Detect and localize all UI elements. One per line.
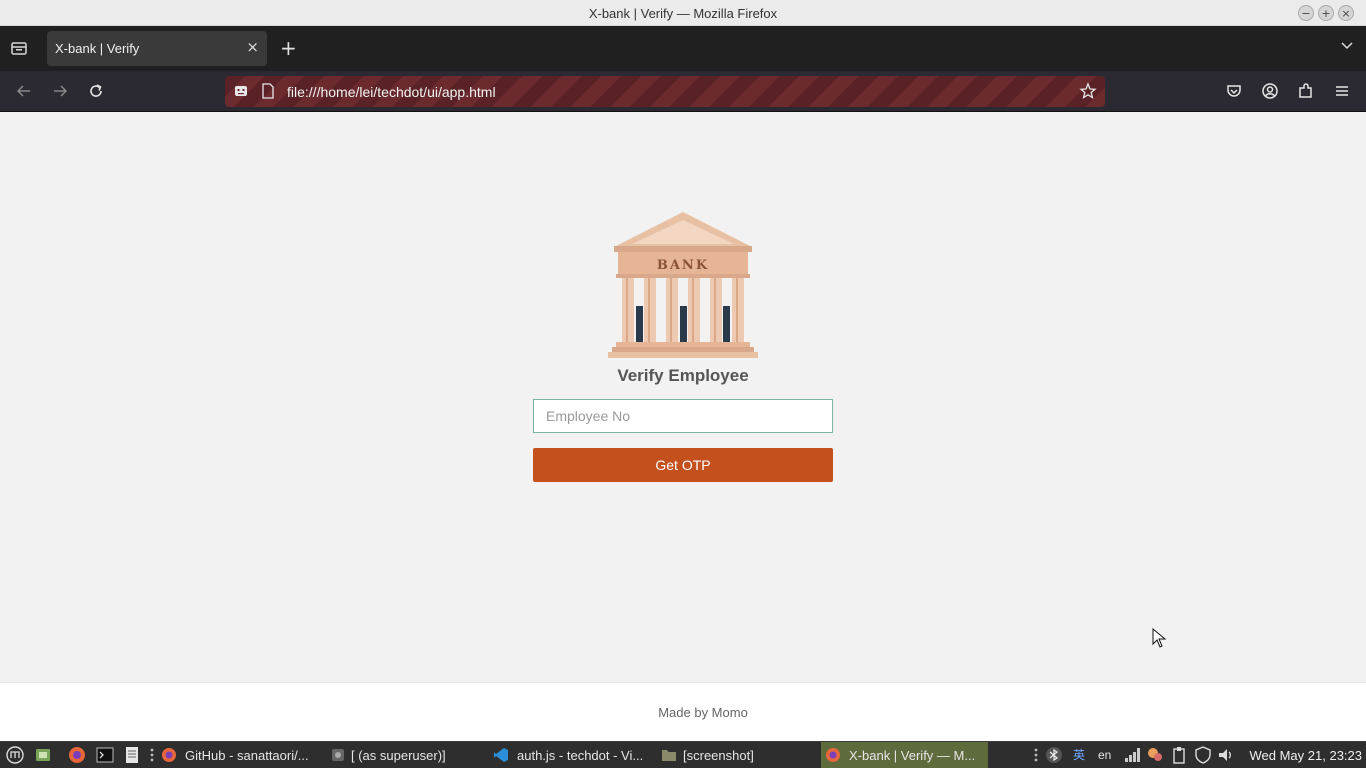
footer-text: Made by Momo — [658, 705, 748, 720]
network-signal-icon[interactable] — [1123, 746, 1141, 764]
text-editor-launcher-icon[interactable] — [123, 746, 141, 764]
taskbar-item-label: auth.js - techdot - Vi... — [517, 748, 644, 763]
close-window-button[interactable]: × — [1338, 5, 1354, 21]
url-bar[interactable]: file:///home/lei/techdot/ui/app.html — [225, 76, 1105, 107]
firefox-view-icon[interactable] — [10, 39, 28, 57]
volume-icon[interactable] — [1217, 746, 1235, 764]
system-taskbar: GitHub - sanattaori/... [ (as superuser)… — [0, 741, 1366, 768]
bookmark-star-icon[interactable] — [1079, 82, 1097, 100]
page-footer: Made by Momo — [0, 682, 1366, 741]
taskbar-separator-icon — [150, 748, 154, 762]
ime-indicator[interactable]: 英 — [1073, 742, 1085, 768]
show-desktop-icon[interactable] — [34, 746, 52, 764]
shield-icon[interactable] — [1194, 746, 1212, 764]
navigation-toolbar: file:///home/lei/techdot/ui/app.html — [0, 71, 1366, 112]
list-all-tabs-icon[interactable] — [1340, 39, 1354, 53]
tab-title: X-bank | Verify — [55, 41, 140, 56]
new-tab-button[interactable]: + — [280, 36, 297, 60]
taskbar-item-label: X-bank | Verify — M... — [849, 748, 976, 763]
notification-icon[interactable] — [1146, 746, 1164, 764]
tab-strip: X-bank | Verify × + — [0, 26, 1366, 71]
remote-control-robot-icon[interactable] — [233, 83, 249, 99]
taskbar-item-superuser[interactable]: [ (as superuser)] — [327, 742, 477, 768]
window-title: X-bank | Verify — Mozilla Firefox — [588, 6, 778, 21]
reload-icon[interactable] — [87, 82, 105, 100]
tab-close-icon[interactable]: × — [246, 38, 259, 56]
page-heading: Verify Employee — [617, 366, 749, 385]
forward-icon[interactable] — [51, 82, 69, 100]
back-icon[interactable] — [15, 82, 33, 100]
taskbar-item-github[interactable]: GitHub - sanattaori/... — [158, 742, 320, 768]
mouse-cursor-icon — [1152, 628, 1167, 648]
firefox-launcher-icon[interactable] — [68, 746, 86, 764]
pocket-icon[interactable] — [1225, 82, 1243, 100]
app-icon — [332, 749, 344, 761]
firefox-icon — [826, 748, 840, 762]
page-content: BANK Verify Employee Employee No Get OTP — [0, 112, 1366, 682]
vscode-icon — [494, 748, 508, 762]
terminal-launcher-icon[interactable] — [96, 746, 114, 764]
hamburger-menu-icon[interactable] — [1333, 82, 1351, 100]
extensions-icon[interactable] — [1297, 82, 1315, 100]
account-icon[interactable] — [1261, 82, 1279, 100]
url-text[interactable]: file:///home/lei/techdot/ui/app.html — [287, 84, 496, 100]
folder-icon — [662, 750, 676, 761]
bluetooth-icon[interactable] — [1045, 746, 1063, 764]
taskbar-item-xbank-active[interactable]: X-bank | Verify — M... — [821, 742, 988, 768]
window-controls: − + × — [1298, 5, 1354, 21]
bank-building-logo: BANK — [608, 212, 758, 358]
maximize-button[interactable]: + — [1318, 5, 1334, 21]
keyboard-layout-indicator[interactable]: en — [1098, 742, 1111, 768]
page-info-icon[interactable] — [261, 83, 275, 99]
minimize-button[interactable]: − — [1298, 5, 1314, 21]
bank-logo-text: BANK — [657, 258, 709, 273]
window-titlebar: X-bank | Verify — Mozilla Firefox − + × — [0, 0, 1366, 26]
taskbar-item-vscode[interactable]: auth.js - techdot - Vi... — [490, 742, 652, 768]
employee-no-input[interactable] — [533, 399, 833, 433]
taskbar-item-label: [ (as superuser)] — [351, 748, 446, 763]
clipboard-icon[interactable] — [1170, 746, 1188, 764]
tab-xbank-verify[interactable]: X-bank | Verify × — [47, 31, 267, 66]
tray-separator-icon — [1034, 748, 1038, 762]
taskbar-item-label: GitHub - sanattaori/... — [185, 748, 309, 763]
get-otp-button[interactable]: Get OTP — [533, 448, 833, 482]
taskbar-clock[interactable]: Wed May 21, 23:23 — [1250, 742, 1363, 768]
taskbar-item-screenshot[interactable]: [screenshot] — [658, 742, 788, 768]
taskbar-item-label: [screenshot] — [683, 748, 754, 763]
firefox-icon — [162, 748, 176, 762]
menu-icon[interactable] — [6, 746, 24, 764]
